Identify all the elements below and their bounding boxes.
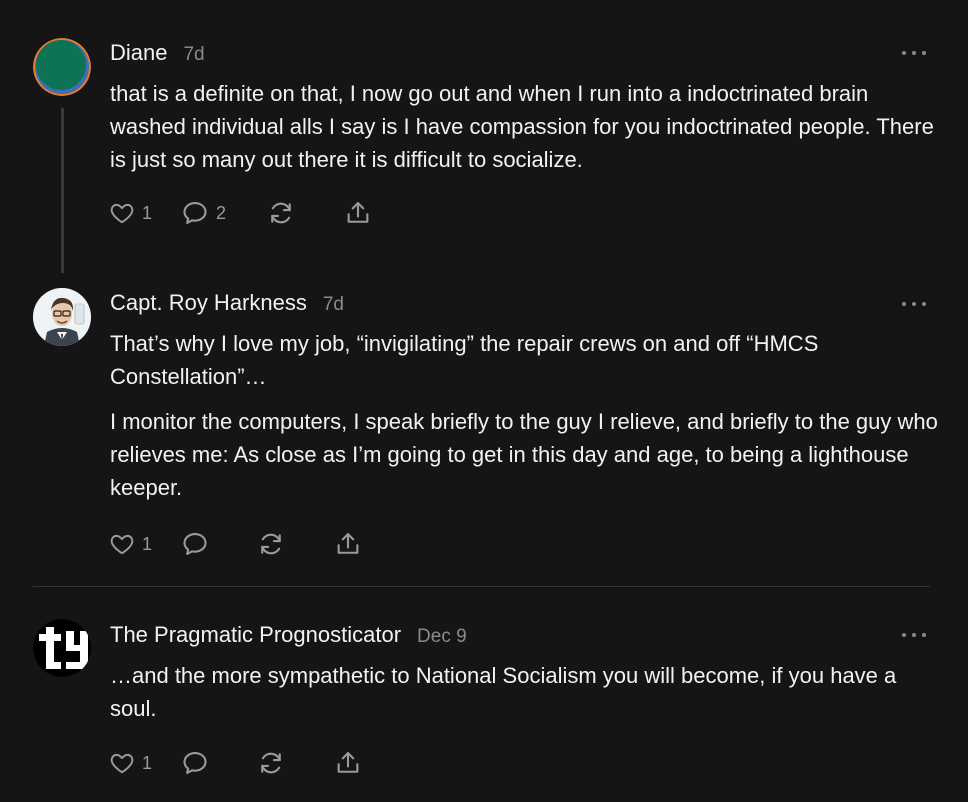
avatar[interactable] [33, 288, 91, 346]
author-name[interactable]: Capt. Roy Harkness [110, 290, 307, 316]
restack-icon [271, 202, 291, 224]
comment-text: That’s why I love my job, “invigilating”… [110, 331, 819, 389]
author-name[interactable]: The Pragmatic Prognosticator [110, 622, 401, 648]
comment-text: that is a definite on that, I now go out… [110, 81, 934, 172]
reply-button[interactable]: 2 [180, 199, 226, 227]
share-icon [347, 202, 369, 223]
share-icon [337, 752, 359, 773]
reply-button[interactable] [180, 749, 210, 777]
comment-body: …and the more sympathetic to National So… [110, 659, 940, 725]
comment-body: That’s why I love my job, “invigilating”… [110, 327, 940, 504]
share-icon [337, 533, 359, 554]
restack-button[interactable] [256, 749, 286, 777]
restack-icon [261, 752, 281, 774]
comment-actions: 1 [108, 529, 362, 559]
comment-body: that is a definite on that, I now go out… [110, 77, 940, 176]
reply-button[interactable] [180, 530, 210, 558]
speech-bubble-icon [183, 202, 207, 224]
comment-text: I monitor the computers, I speak briefly… [110, 409, 938, 500]
timestamp[interactable]: 7d [323, 294, 344, 316]
avatar[interactable] [33, 619, 91, 677]
author-name[interactable]: Diane [110, 40, 167, 66]
reply-count: 2 [216, 202, 227, 223]
like-button[interactable]: 1 [108, 531, 152, 557]
comment-actions: 1 [108, 748, 362, 778]
heart-icon [110, 203, 134, 224]
restack-button[interactable] [266, 199, 296, 227]
share-button[interactable] [334, 749, 362, 777]
comment-actions: 1 2 [108, 198, 372, 228]
like-button[interactable]: 1 [108, 200, 152, 226]
more-options-icon[interactable] [902, 299, 926, 309]
more-options-icon[interactable] [902, 48, 926, 58]
restack-icon [261, 533, 281, 555]
share-button[interactable] [344, 199, 372, 227]
like-count: 1 [142, 202, 153, 223]
comment-text: …and the more sympathetic to National So… [110, 663, 897, 721]
like-count: 1 [142, 752, 153, 773]
share-button[interactable] [334, 530, 362, 558]
thread-line [61, 108, 64, 273]
restack-button[interactable] [256, 530, 286, 558]
avatar[interactable] [33, 38, 91, 96]
heart-icon [110, 753, 134, 774]
timestamp[interactable]: 7d [183, 44, 204, 66]
speech-bubble-icon [183, 752, 207, 774]
divider [33, 586, 930, 587]
like-count: 1 [142, 533, 153, 554]
heart-icon [110, 534, 134, 555]
speech-bubble-icon [183, 533, 207, 555]
like-button[interactable]: 1 [108, 750, 152, 776]
more-options-icon[interactable] [902, 630, 926, 640]
timestamp[interactable]: Dec 9 [417, 626, 467, 648]
